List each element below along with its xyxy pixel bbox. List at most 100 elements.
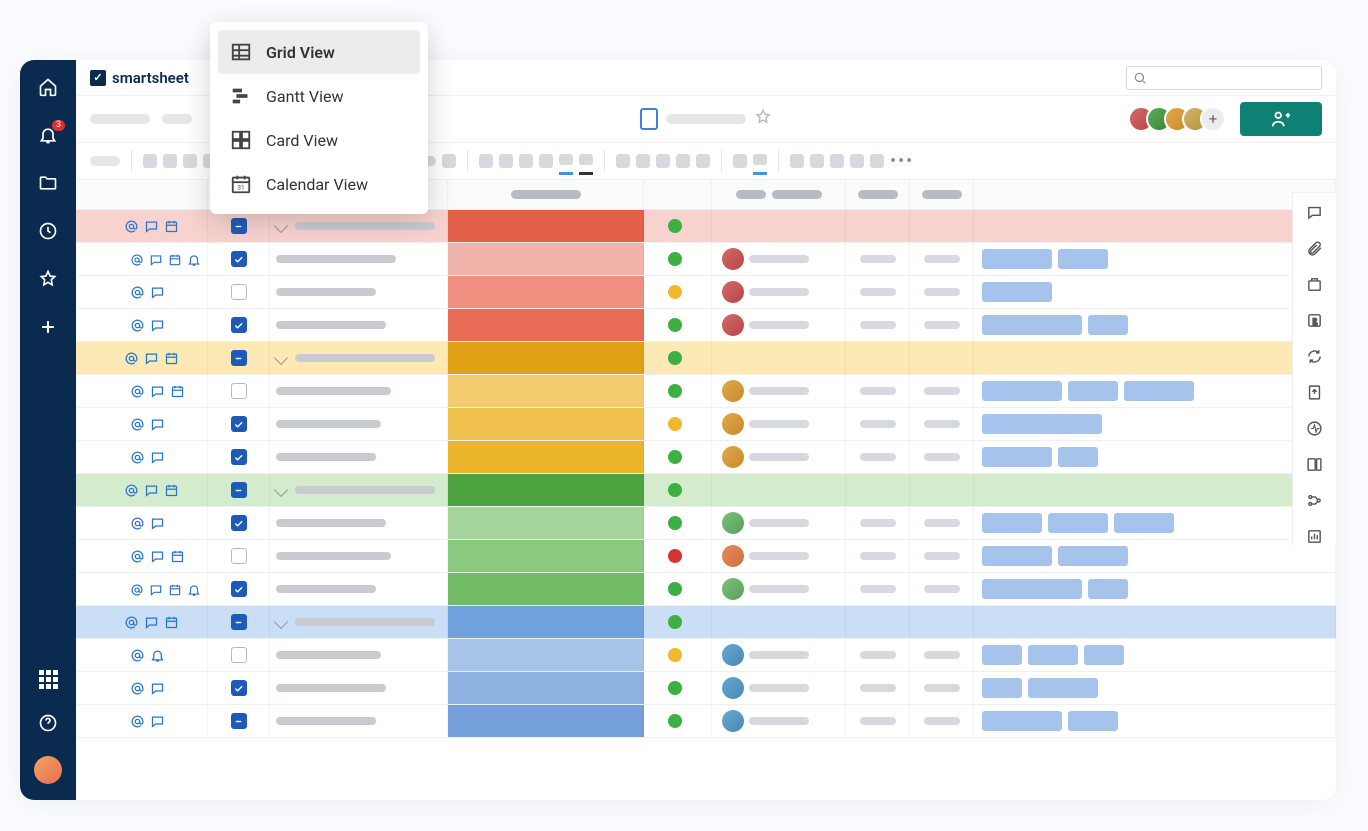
tag[interactable] — [982, 546, 1052, 566]
logo[interactable]: ✓ smartsheet — [90, 69, 189, 87]
add-icon[interactable] — [37, 316, 59, 338]
chat-icon[interactable] — [150, 714, 165, 729]
proofs-icon[interactable] — [1306, 275, 1324, 293]
cal-icon[interactable] — [168, 252, 182, 267]
bell-icon[interactable] — [187, 252, 201, 267]
checkbox[interactable] — [231, 614, 247, 630]
chat-icon[interactable] — [150, 285, 165, 300]
assignee-avatar[interactable] — [722, 380, 744, 402]
tag[interactable] — [982, 381, 1062, 401]
at-icon[interactable] — [124, 483, 139, 498]
toolbar-more-icon[interactable]: ••• — [890, 151, 914, 172]
assignee-avatar[interactable] — [722, 545, 744, 567]
help-icon[interactable] — [37, 712, 59, 734]
assignee-avatar[interactable] — [722, 413, 744, 435]
attachments-icon[interactable] — [1306, 239, 1324, 257]
checkbox[interactable] — [231, 218, 247, 234]
table-row[interactable] — [76, 375, 1336, 408]
table-row[interactable] — [76, 441, 1336, 474]
tag[interactable] — [1048, 513, 1108, 533]
at-icon[interactable] — [130, 417, 145, 432]
user-avatar[interactable] — [34, 756, 62, 784]
conversations-icon[interactable] — [1306, 203, 1324, 221]
tag[interactable] — [1088, 315, 1128, 335]
recent-icon[interactable] — [37, 220, 59, 242]
toolbar-item[interactable] — [479, 154, 493, 168]
tag[interactable] — [982, 447, 1052, 467]
at-icon[interactable] — [130, 516, 145, 531]
search-input[interactable] — [1126, 66, 1322, 90]
formatting-icon[interactable] — [1306, 527, 1324, 545]
tag[interactable] — [1058, 546, 1128, 566]
folder-icon[interactable] — [37, 172, 59, 194]
toolbar-item[interactable] — [163, 154, 177, 168]
table-row[interactable] — [76, 309, 1336, 342]
at-icon[interactable] — [130, 384, 145, 399]
assignee-avatar[interactable] — [722, 578, 744, 600]
table-row[interactable] — [76, 474, 1336, 507]
tag[interactable] — [982, 579, 1082, 599]
cal-icon[interactable] — [164, 483, 179, 498]
assignee-avatar[interactable] — [722, 677, 744, 699]
checkbox[interactable] — [231, 548, 247, 564]
chat-icon[interactable] — [150, 318, 165, 333]
toolbar-item[interactable] — [810, 154, 824, 168]
favorites-icon[interactable] — [37, 268, 59, 290]
apps-icon[interactable] — [37, 668, 59, 690]
checkbox[interactable] — [231, 515, 247, 531]
table-row[interactable] — [76, 606, 1336, 639]
table-row[interactable] — [76, 408, 1336, 441]
at-icon[interactable] — [124, 615, 139, 630]
tag[interactable] — [1028, 678, 1098, 698]
cal-icon[interactable] — [164, 615, 179, 630]
checkbox[interactable] — [231, 713, 247, 729]
checkbox[interactable] — [231, 416, 247, 432]
table-row[interactable] — [76, 540, 1336, 573]
view-option-gantt[interactable]: Gantt View — [218, 74, 420, 118]
checkbox[interactable] — [231, 680, 247, 696]
chat-icon[interactable] — [150, 516, 165, 531]
sheet-summary-icon[interactable] — [1306, 455, 1324, 473]
brandfolder-icon[interactable] — [1306, 311, 1324, 329]
expand-icon[interactable] — [274, 219, 288, 233]
tag[interactable] — [1088, 579, 1128, 599]
tag[interactable] — [982, 414, 1102, 434]
chat-icon[interactable] — [144, 351, 159, 366]
toolbar-item[interactable] — [790, 154, 804, 168]
tag[interactable] — [1124, 381, 1194, 401]
at-icon[interactable] — [130, 648, 145, 663]
toolbar-item[interactable] — [183, 154, 197, 168]
at-icon[interactable] — [130, 681, 145, 696]
toolbar-item[interactable] — [656, 154, 670, 168]
chat-icon[interactable] — [149, 252, 163, 267]
toolbar-item[interactable] — [90, 156, 120, 166]
at-icon[interactable] — [130, 285, 145, 300]
table-row[interactable] — [76, 672, 1336, 705]
toolbar-item[interactable] — [850, 154, 864, 168]
assignee-avatar[interactable] — [722, 281, 744, 303]
checkbox[interactable] — [231, 482, 247, 498]
tag[interactable] — [982, 645, 1022, 665]
collaborator-avatars[interactable]: + — [1128, 106, 1226, 132]
tag[interactable] — [982, 711, 1062, 731]
tag[interactable] — [982, 315, 1082, 335]
cal-icon[interactable] — [164, 351, 179, 366]
cal-icon[interactable] — [170, 549, 185, 564]
bell-icon[interactable] — [187, 582, 201, 597]
checkbox[interactable] — [231, 284, 247, 300]
chat-icon[interactable] — [150, 384, 165, 399]
at-icon[interactable] — [124, 351, 139, 366]
chat-icon[interactable] — [150, 417, 165, 432]
table-row[interactable] — [76, 507, 1336, 540]
expand-icon[interactable] — [274, 615, 288, 629]
table-row[interactable] — [76, 342, 1336, 375]
checkbox[interactable] — [231, 350, 247, 366]
view-option-calendar[interactable]: 31 Calendar View — [218, 162, 420, 206]
view-option-grid[interactable]: Grid View — [218, 30, 420, 74]
share-button[interactable] — [1240, 102, 1322, 136]
checkbox[interactable] — [231, 581, 247, 597]
assignee-avatar[interactable] — [722, 710, 744, 732]
toolbar-item[interactable] — [616, 154, 630, 168]
table-row[interactable] — [76, 276, 1336, 309]
table-row[interactable] — [76, 573, 1336, 606]
